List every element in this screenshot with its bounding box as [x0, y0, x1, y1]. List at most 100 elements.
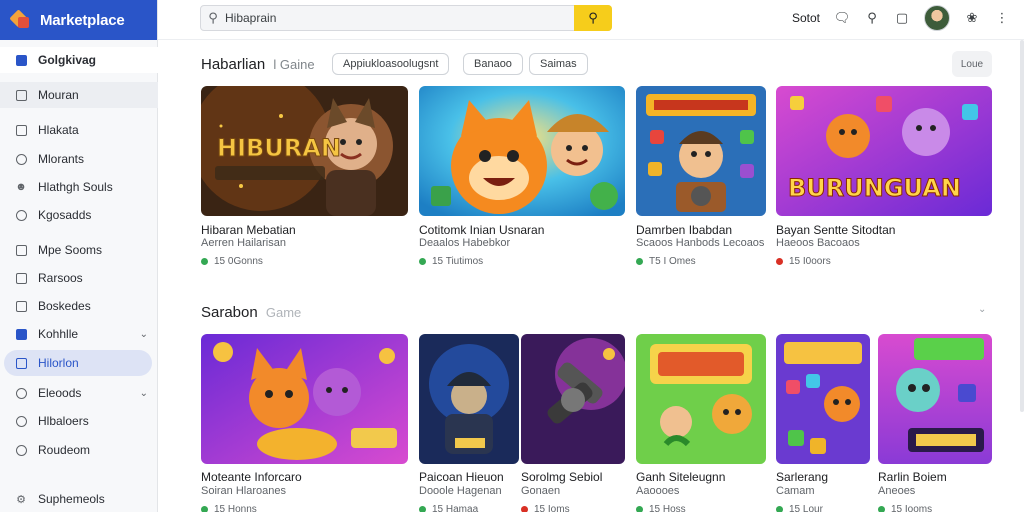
sidebar-item-label: Hlathgh Souls [38, 180, 113, 194]
status-dot [776, 258, 783, 265]
sidebar-item-11[interactable]: Hlbaloers [0, 408, 158, 434]
sidebar-item-6[interactable]: Rarsoos [0, 265, 158, 291]
sidebar-item-0[interactable]: Mouran [0, 82, 158, 108]
status-dot [419, 506, 426, 512]
card-subtitle: Soiran Hlaroanes [201, 485, 286, 497]
app-title: Marketplace [40, 11, 125, 29]
box-icon [14, 271, 28, 285]
sidebar-item-label: Boskedes [38, 299, 91, 313]
brand-bar[interactable]: Marketplace [0, 0, 157, 40]
filter-chip[interactable]: Banaoo [463, 53, 523, 75]
sidebar-item-3[interactable]: ☻ Hlathgh Souls [0, 174, 158, 200]
status-dot [521, 506, 528, 512]
scrollbar[interactable] [1020, 40, 1024, 412]
game-thumbnail[interactable] [201, 334, 408, 464]
sidebar-item-12[interactable]: Roudeom [0, 437, 158, 463]
status-dot [201, 258, 208, 265]
game-thumbnail[interactable] [419, 334, 519, 464]
sidebar-item-label: Kgosadds [38, 208, 92, 222]
filter-chip[interactable]: Appiukloasoolugsnt [332, 53, 450, 75]
chevron-down-icon[interactable]: ⌄ [140, 329, 148, 340]
circle-icon [14, 152, 28, 166]
card-meta-text: 15 Iooms [891, 504, 933, 512]
circle-icon [14, 414, 28, 428]
thumbnail-art-text: BURUNGUAN [788, 174, 961, 202]
box-icon [14, 243, 28, 257]
sidebar-item-label: Hlakata [38, 123, 79, 137]
card-meta: 15 I0oors [776, 256, 831, 267]
avatar[interactable] [924, 5, 950, 31]
section-subtitle: Game [265, 305, 302, 320]
card-meta: 15 Hoss [636, 504, 686, 512]
app-icon [14, 53, 28, 67]
box-icon [14, 299, 28, 313]
sidebar-item-label: Golgkivag [38, 53, 97, 67]
card-meta-text: 15 Tiutimos [432, 256, 484, 267]
sidebar-item-10[interactable]: Eleoods ⌄ [0, 380, 158, 406]
sidebar-item-8[interactable]: Kohhlle ⌄ [0, 321, 158, 347]
card-meta-text: 15 0Gonns [214, 256, 263, 267]
sidebar-item-5[interactable]: Mpe Sooms [0, 237, 158, 263]
sidebar-item-4[interactable]: Kgosadds [0, 202, 158, 228]
thumbnail-art-text: HIBURAN [217, 134, 341, 162]
search-icon[interactable]: ⚲ [864, 10, 880, 26]
card-meta: 15 Tiutimos [419, 256, 483, 267]
sidebar-item-label: Hilorlon [38, 356, 79, 370]
see-more-button[interactable]: Loue [952, 51, 992, 77]
status-dot [419, 258, 426, 265]
section-title: Sarabon Game [201, 304, 301, 321]
game-thumbnail[interactable] [878, 334, 992, 464]
game-thumbnail[interactable] [776, 334, 870, 464]
card-meta-text: 15 Ioms [534, 504, 570, 512]
sidebar-item-7[interactable]: Boskedes [0, 293, 158, 319]
sidebar-item-label: Suphemeols [38, 492, 105, 506]
sidebar-item-2[interactable]: Mlorants [0, 146, 158, 172]
game-thumbnail[interactable] [636, 334, 766, 464]
sidebar-item-label: Eleoods [38, 386, 82, 400]
game-thumbnail[interactable] [521, 334, 625, 464]
card-title: Moteante Inforcaro [201, 470, 302, 484]
card-meta-text: 15 I0oors [789, 256, 831, 267]
sidebar-item-9[interactable]: Hilorlon [4, 350, 152, 376]
header-link[interactable]: Sotot [792, 11, 820, 25]
chevron-down-icon[interactable]: ⌄ [140, 388, 148, 399]
sidebar-item-1[interactable]: Hlakata [0, 117, 158, 143]
card-meta: 15 0Gonns [201, 256, 263, 267]
more-vert-icon[interactable]: ⋮ [994, 10, 1010, 26]
gear-icon: ⚙ [16, 493, 26, 506]
sidebar-item-13[interactable]: ⚙ Suphemeols [0, 486, 158, 512]
card-subtitle: Aerren Hailarisan [201, 237, 286, 249]
game-thumbnail[interactable]: HIBURAN [201, 86, 408, 216]
game-thumbnail[interactable] [636, 86, 766, 216]
game-thumbnail[interactable]: BURUNGUAN [776, 86, 992, 216]
filter-chip[interactable]: Saimas [529, 53, 588, 75]
sidebar-item-label: Roudeom [38, 443, 91, 457]
search-button[interactable]: ⚲ [574, 5, 612, 31]
circle-icon [14, 443, 28, 457]
card-meta-text: 15 Hoss [649, 504, 686, 512]
sidebar-item-top[interactable]: Golgkivag [0, 47, 158, 73]
card-title: Bayan Sentte Sitodtan [776, 223, 896, 237]
sidebar-item-label: Rarsoos [38, 271, 83, 285]
card-meta: 15 Lour [776, 504, 823, 512]
card-subtitle: Dooole Hagenan [419, 485, 502, 497]
chat-icon[interactable]: 🗨 [834, 10, 851, 26]
circle-icon [14, 386, 28, 400]
search-input[interactable] [225, 11, 565, 25]
card-meta: T5 I Omes [636, 256, 696, 267]
search-icon: ⚲ [588, 10, 598, 25]
circle-icon [14, 208, 28, 222]
sidebar-item-label: Hlbaloers [38, 414, 89, 428]
chevron-down-icon[interactable]: ⌄ [978, 304, 986, 315]
card-title: Hibaran Mebatian [201, 223, 296, 237]
sidebar-item-label: Mlorants [38, 152, 85, 166]
settings-icon[interactable]: ❀ [964, 10, 980, 26]
section-title-text: Sarabon [201, 304, 258, 321]
section-title-text: Habarlian [201, 56, 266, 73]
sidebar: Marketplace Golgkivag Mouran Hlakata Mlo… [0, 0, 158, 512]
status-dot [636, 506, 643, 512]
game-thumbnail[interactable] [419, 86, 625, 216]
card-subtitle: Aneoes [878, 485, 916, 497]
box-icon [14, 88, 28, 102]
bag-icon[interactable]: ▢ [894, 10, 910, 26]
